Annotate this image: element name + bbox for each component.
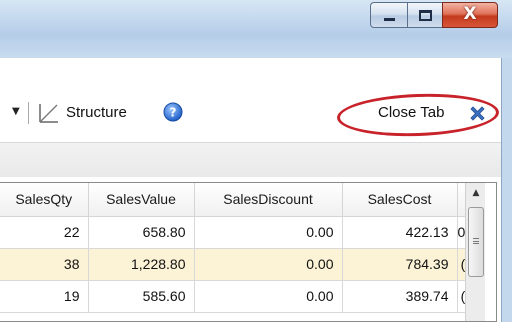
column-header[interactable]: SalesQty [0, 183, 89, 217]
svg-text:?: ? [170, 106, 177, 120]
minimize-icon [384, 18, 395, 21]
table-cell[interactable]: 38 [0, 248, 89, 281]
data-grid: SalesQty SalesValue SalesDiscount SalesC… [0, 182, 497, 322]
group-panel [0, 142, 501, 177]
table-cell[interactable]: 22 [0, 216, 89, 249]
table-row[interactable]: 38 1,228.80 0.00 784.39 ( [0, 248, 475, 281]
toolbar-separator [28, 102, 29, 124]
table-cell[interactable]: 0.00 [194, 248, 343, 281]
table-cell[interactable]: 0.00 [194, 216, 343, 249]
sales-table: SalesQty SalesValue SalesDiscount SalesC… [0, 183, 475, 313]
table-cell[interactable]: 585.60 [88, 280, 195, 313]
table-cell[interactable]: 389.74 [342, 280, 458, 313]
structure-icon[interactable] [37, 101, 61, 125]
table-header-row: SalesQty SalesValue SalesDiscount SalesC… [0, 183, 475, 217]
table-cell[interactable]: 0.00 [194, 280, 343, 313]
main-content: ▼ Structure ? Close Tab SalesQty SalesVa… [0, 58, 501, 322]
table-cell[interactable]: 784.39 [342, 248, 458, 281]
grip-line [473, 241, 479, 242]
structure-button-label[interactable]: Structure [66, 104, 127, 121]
table-row[interactable]: 19 585.60 0.00 389.74 ( [0, 280, 475, 313]
table-row[interactable]: 22 658.80 0.00 422.13 0 [0, 216, 475, 249]
maximize-button[interactable] [407, 2, 443, 28]
scroll-up-icon[interactable]: ▲ [466, 183, 486, 203]
table-cell[interactable]: 422.13 [342, 216, 458, 249]
window-controls: X [370, 2, 498, 28]
table-cell[interactable]: 1,228.80 [88, 248, 195, 281]
table-cell[interactable]: 658.80 [88, 216, 195, 249]
scrollbar-thumb[interactable] [468, 207, 484, 277]
window-title-bar: X [0, 0, 512, 58]
close-window-button[interactable]: X [442, 2, 498, 28]
close-icon: X [463, 4, 477, 24]
window-frame-right [501, 58, 512, 322]
minimize-button[interactable] [370, 2, 408, 28]
column-header[interactable]: SalesValue [88, 183, 195, 217]
maximize-icon [419, 10, 432, 21]
column-header[interactable]: SalesDiscount [194, 183, 343, 217]
vertical-scrollbar[interactable]: ▲ [465, 183, 486, 321]
column-header[interactable]: SalesCost [342, 183, 458, 217]
table-cell[interactable]: 19 [0, 280, 89, 313]
help-icon[interactable]: ? [163, 102, 183, 122]
chevron-down-icon[interactable]: ▼ [12, 106, 20, 117]
